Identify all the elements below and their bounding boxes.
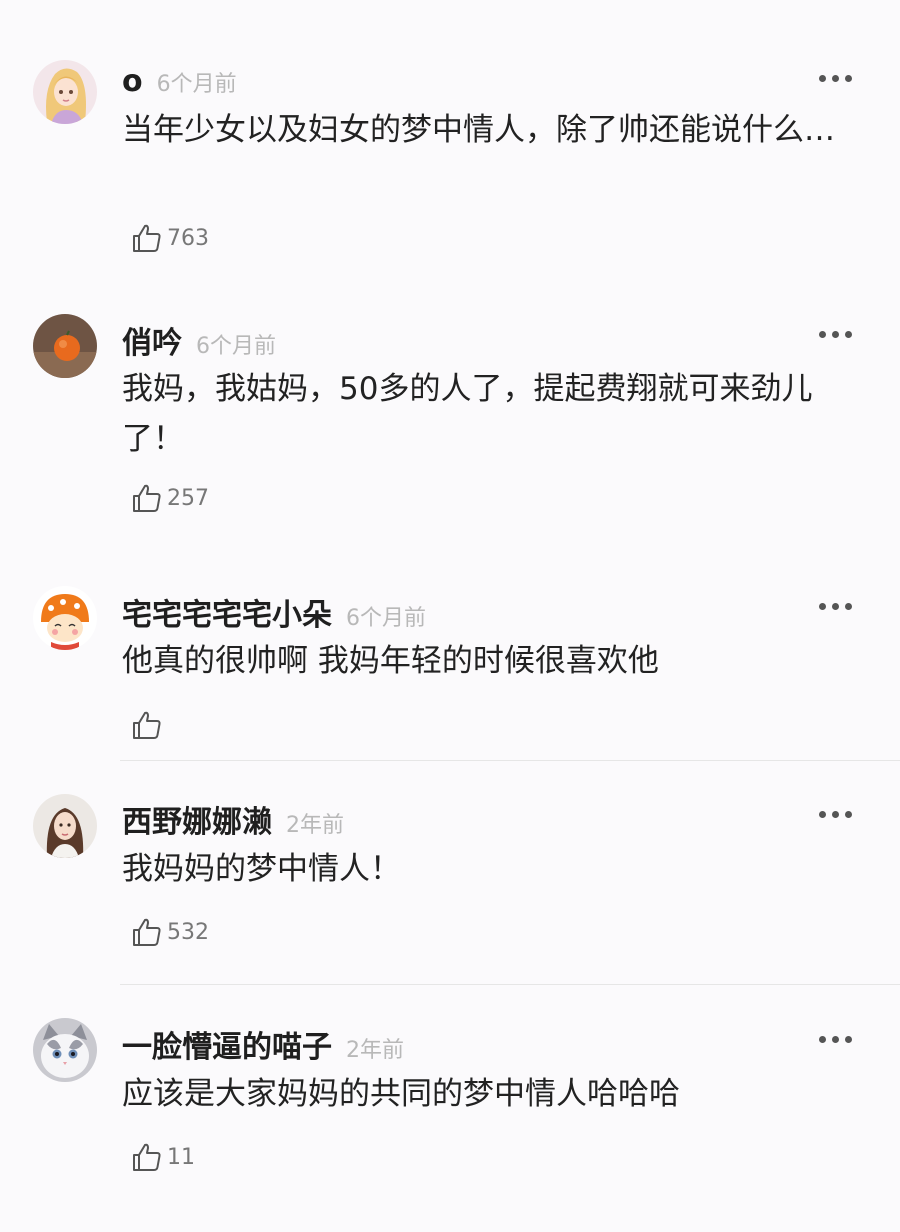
username-text[interactable]: o	[122, 64, 143, 99]
like-button[interactable]	[131, 708, 167, 742]
comment-text: 他真的很帅啊 我妈年轻的时候很喜欢他	[122, 643, 659, 679]
comment-username[interactable]: 一脸懵逼的喵子 2年前	[122, 1022, 404, 1066]
like-count: 763	[167, 225, 209, 251]
more-dots-icon[interactable]	[819, 809, 853, 819]
comment-username[interactable]: 西野娜娜濑 2年前	[122, 797, 344, 841]
blonde-girl-avatar-icon[interactable]	[33, 60, 97, 124]
comment-time: 6个月前	[196, 334, 276, 359]
comment-list: o 6个月前 当年少女以及妇女的梦中情人，除了帅还能说什么… 763 俏吟 6个月前	[0, 0, 900, 1232]
more-dots-icon[interactable]	[819, 601, 853, 611]
comment-time: 6个月前	[156, 72, 237, 97]
more-dots-icon[interactable]	[819, 73, 853, 83]
like-button[interactable]: 11	[131, 1140, 195, 1174]
thumbs-up-icon	[133, 918, 161, 946]
comment-time: 6个月前	[346, 606, 426, 631]
thumbs-up-icon	[133, 711, 161, 739]
thumbs-up-icon	[133, 224, 161, 252]
thumbs-up-icon	[133, 1143, 161, 1171]
like-count: 532	[167, 919, 209, 945]
more-dots-icon[interactable]	[819, 329, 853, 339]
cartoon-girl-orange-hat-avatar-icon[interactable]	[33, 586, 97, 650]
comment-username[interactable]: 俏吟 6个月前	[122, 318, 276, 362]
comment-divider	[120, 760, 900, 761]
comment-text: 我妈妈的梦中情人！	[122, 851, 401, 887]
white-cat-avatar-icon[interactable]	[33, 1018, 97, 1082]
username-text[interactable]: 宅宅宅宅宅小朵	[122, 598, 332, 633]
comment-username[interactable]: o 6个月前	[122, 64, 237, 99]
thumbs-up-icon	[133, 484, 161, 512]
like-count: 11	[167, 1144, 195, 1170]
like-button[interactable]: 763	[131, 221, 209, 255]
like-button[interactable]: 257	[131, 481, 209, 515]
username-text[interactable]: 一脸懵逼的喵子	[122, 1030, 332, 1065]
comment-text: 应该是大家妈妈的共同的梦中情人哈哈哈	[122, 1076, 680, 1112]
comment-username[interactable]: 宅宅宅宅宅小朵 6个月前	[122, 590, 426, 634]
username-text[interactable]: 西野娜娜濑	[122, 805, 272, 840]
comment-text: 当年少女以及妇女的梦中情人，除了帅还能说什么…	[122, 112, 835, 148]
like-count: 257	[167, 485, 209, 511]
username-text[interactable]: 俏吟	[122, 326, 182, 361]
like-button[interactable]: 532	[131, 915, 209, 949]
comment-time: 2年前	[346, 1038, 404, 1063]
comment-time: 2年前	[286, 813, 344, 838]
orange-fruit-avatar-icon[interactable]	[33, 314, 97, 378]
comment-divider	[120, 984, 900, 985]
woman-portrait-avatar-icon[interactable]	[33, 794, 97, 858]
more-dots-icon[interactable]	[819, 1034, 853, 1044]
comment-text: 我妈，我姑妈，50多的人了，提起费翔就可来劲儿了！	[122, 371, 813, 457]
